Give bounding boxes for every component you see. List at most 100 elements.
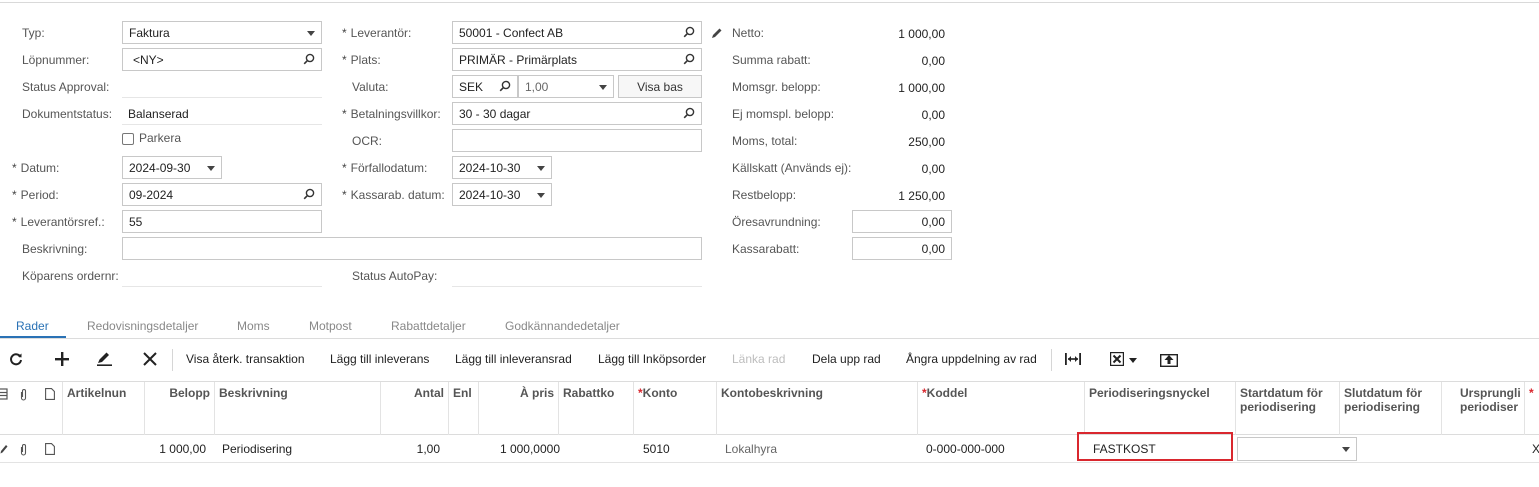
col-header-artikelnr[interactable]: Artikelnun xyxy=(67,386,126,400)
betalningsvillkor-value: 30 - 30 dagar xyxy=(459,107,531,121)
leverantor-label: * Leverantör: xyxy=(342,26,412,40)
note-icon[interactable] xyxy=(45,443,55,455)
valuta-label: Valuta: xyxy=(352,80,389,94)
search-icon[interactable] xyxy=(683,53,695,65)
plats-input[interactable]: PRIMÄR - Primärplats xyxy=(452,48,702,71)
datum-value: 2024-09-30 xyxy=(129,161,191,175)
leverantor-input[interactable]: 50001 - Confect AB xyxy=(452,21,702,44)
visa-bas-button[interactable]: Visa bas xyxy=(618,75,702,98)
kallskatt-label: Källskatt (Används ej): xyxy=(732,161,852,175)
startdatum-dropdown[interactable] xyxy=(1237,437,1357,461)
search-icon[interactable] xyxy=(303,53,315,65)
lopnummer-input[interactable]: <NY> xyxy=(122,48,322,71)
toolbar-separator xyxy=(172,349,173,371)
visa-aterk-button[interactable]: Visa återk. transaktion xyxy=(186,352,305,366)
col-header-koddel[interactable]: *Koddel xyxy=(922,386,967,400)
cell-beskrivning[interactable]: Periodisering xyxy=(222,442,292,456)
row-divider xyxy=(0,462,1539,463)
search-icon[interactable] xyxy=(683,107,695,119)
cell-antal[interactable]: 1,00 xyxy=(380,442,440,456)
period-input[interactable]: 09-2024 xyxy=(122,183,322,206)
edit-row-icon[interactable] xyxy=(0,444,8,454)
col-header-beskrivning[interactable]: Beskrivning xyxy=(219,386,288,400)
forfallodatum-input[interactable]: 2024-10-30 xyxy=(452,156,552,179)
col-header-kontobeskrivning[interactable]: Kontobeskrivning xyxy=(721,386,823,400)
chevron-down-icon[interactable] xyxy=(1129,358,1137,363)
col-header-enl[interactable]: Enl xyxy=(453,386,472,400)
search-icon[interactable] xyxy=(303,188,315,200)
col-header-antal[interactable]: Antal xyxy=(380,386,444,400)
search-icon[interactable] xyxy=(683,26,695,38)
cell-konto[interactable]: 5010 xyxy=(643,442,670,456)
ocr-input[interactable] xyxy=(452,129,702,152)
valuta-value: SEK xyxy=(459,80,484,94)
pencil-icon[interactable] xyxy=(711,27,723,39)
refresh-icon[interactable] xyxy=(9,352,23,366)
col-header-ursprungl[interactable]: Ursprungli periodiser xyxy=(1460,386,1524,414)
netto-label: Netto: xyxy=(732,26,765,40)
column-separator xyxy=(633,382,634,435)
upload-icon[interactable] xyxy=(1160,351,1178,367)
ocr-label: OCR: xyxy=(352,134,382,148)
tab-motpost[interactable]: Motpost xyxy=(309,319,352,333)
tab-rabattdetaljer[interactable]: Rabattdetaljer xyxy=(391,319,466,333)
angra-uppdelning-button[interactable]: Ångra uppdelning av rad xyxy=(906,352,1037,366)
dokumentstatus-value: Balanserad xyxy=(122,102,322,125)
moms-total-value: 250,00 xyxy=(908,135,945,149)
edit-icon[interactable] xyxy=(97,352,112,366)
lagg-till-inleveransrad-button[interactable]: Lägg till inleveransrad xyxy=(455,352,572,366)
lagg-till-inleverans-button[interactable]: Lägg till inleverans xyxy=(330,352,429,366)
lanka-rad-button[interactable]: Länka rad xyxy=(732,352,785,366)
chevron-down-icon xyxy=(1342,447,1350,452)
column-separator xyxy=(62,382,63,435)
delete-icon[interactable] xyxy=(143,352,157,366)
momsgr-belopp-value: 1 000,00 xyxy=(898,81,945,95)
cell-belopp[interactable]: 1 000,00 xyxy=(144,442,206,456)
col-header-required-mark: * xyxy=(1529,386,1534,400)
status-approval-label: Status Approval: xyxy=(22,80,110,94)
betalningsvillkor-input[interactable]: 30 - 30 dagar xyxy=(452,102,702,125)
paperclip-icon xyxy=(19,388,28,401)
col-header-rabattko[interactable]: Rabattko xyxy=(563,386,614,400)
cell-koddel[interactable]: 0-000-000-000 xyxy=(926,442,1005,456)
col-header-belopp[interactable]: Belopp xyxy=(144,386,210,400)
datum-input[interactable]: 2024-09-30 xyxy=(122,156,222,179)
oresavrundning-input[interactable]: 0,00 xyxy=(852,210,952,233)
tab-moms[interactable]: Moms xyxy=(237,319,270,333)
tab-rader[interactable]: Rader xyxy=(16,319,49,333)
restbelopp-label: Restbelopp: xyxy=(732,188,797,202)
kassarabatt-input[interactable]: 0,00 xyxy=(852,237,952,260)
chevron-down-icon xyxy=(599,85,607,90)
parkera-checkbox[interactable] xyxy=(122,133,134,145)
beskrivning-input[interactable] xyxy=(122,237,702,260)
col-header-startdatum[interactable]: Startdatum för periodisering xyxy=(1240,386,1335,414)
chevron-down-icon xyxy=(307,31,315,36)
dela-upp-rad-button[interactable]: Dela upp rad xyxy=(812,352,881,366)
kassarab-datum-input[interactable]: 2024-10-30 xyxy=(452,183,552,206)
oresavrundning-label: Öresavrundning: xyxy=(732,215,821,229)
col-header-a-pris[interactable]: À pris xyxy=(478,386,554,400)
col-header-slutdatum[interactable]: Slutdatum för periodisering xyxy=(1344,386,1439,414)
typ-select[interactable]: Faktura xyxy=(122,21,322,44)
column-separator xyxy=(214,382,215,435)
lagg-till-inkopsorder-button[interactable]: Lägg till Inköpsorder xyxy=(598,352,706,366)
moms-total-label: Moms, total: xyxy=(732,134,798,148)
paperclip-icon[interactable] xyxy=(19,443,28,456)
tab-redovisningsdetaljer[interactable]: Redovisningsdetaljer xyxy=(87,319,198,333)
kassarab-datum-value: 2024-10-30 xyxy=(459,188,521,202)
leverantorsref-input[interactable]: 55 xyxy=(122,210,322,233)
kurs-select[interactable]: 1,00 xyxy=(518,75,614,98)
col-header-konto[interactable]: *Konto xyxy=(638,386,677,400)
cell-a-pris[interactable]: 1 000,0000 xyxy=(478,442,560,456)
col-header-periodiseringsnyckel[interactable]: Periodiseringsnyckel xyxy=(1089,386,1210,400)
excel-export-icon[interactable] xyxy=(1110,352,1124,366)
cell-trailing[interactable]: X xyxy=(1532,442,1539,456)
search-icon[interactable] xyxy=(499,80,511,92)
beskrivning-label: Beskrivning: xyxy=(22,242,88,256)
fit-columns-icon[interactable] xyxy=(1065,353,1081,365)
row-selector-icon[interactable] xyxy=(0,388,8,400)
valuta-input[interactable]: SEK xyxy=(452,75,518,98)
parkera-label: Parkera xyxy=(139,131,182,145)
add-icon[interactable] xyxy=(55,352,69,366)
tab-godkannandedetaljer[interactable]: Godkännandedetaljer xyxy=(505,319,620,333)
